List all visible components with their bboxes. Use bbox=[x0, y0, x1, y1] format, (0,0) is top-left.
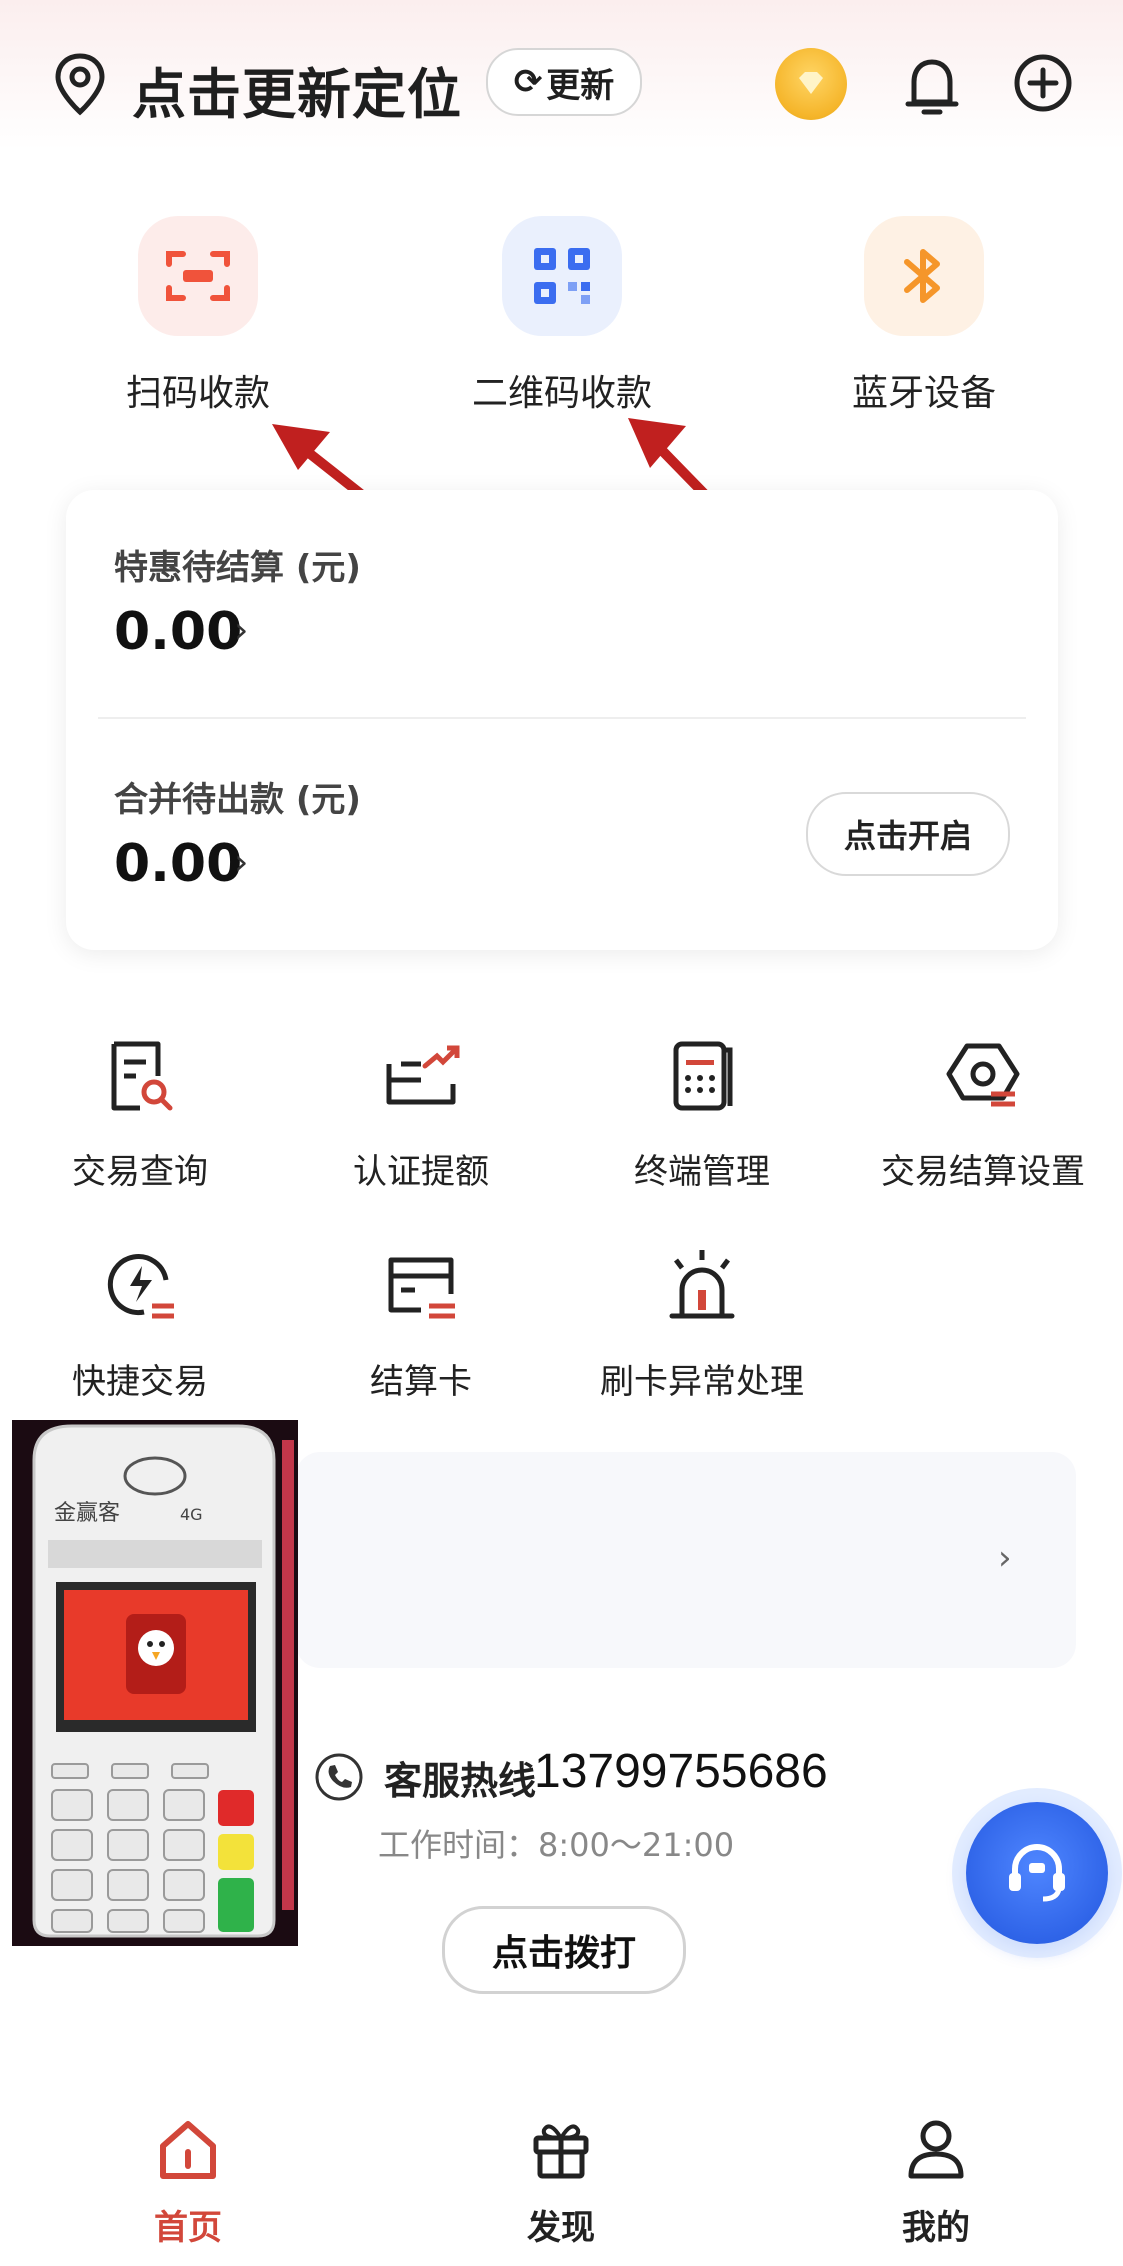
service-limit-raise[interactable]: 认证提额 bbox=[281, 1036, 561, 1193]
qr-code-icon bbox=[502, 216, 622, 336]
service-quick-trade[interactable]: 快捷交易 bbox=[0, 1246, 280, 1403]
bottom-tab-bar: 首页 发现 我的 bbox=[0, 2086, 1123, 2266]
pos-terminal-image: 金赢客 4G bbox=[12, 1420, 298, 1946]
quick-action-bluetooth[interactable]: 蓝牙设备 bbox=[794, 216, 1054, 416]
service-label: 结算卡 bbox=[370, 1362, 472, 1402]
chevron-right-icon[interactable]: › bbox=[234, 842, 248, 883]
tab-label: 首页 bbox=[154, 2208, 222, 2248]
vip-badge-icon[interactable] bbox=[775, 48, 847, 120]
refresh-label: 更新 bbox=[546, 65, 615, 106]
transaction-query-icon bbox=[111, 1041, 173, 1111]
quick-action-qr-pay[interactable]: 二维码收款 bbox=[432, 216, 692, 416]
tab-mine[interactable]: 我的 bbox=[836, 2116, 1036, 2249]
service-transaction-query[interactable]: 交易查询 bbox=[0, 1036, 280, 1193]
service-settlement-settings[interactable]: 交易结算设置 bbox=[843, 1036, 1123, 1193]
quick-action-scan-pay[interactable]: 扫码收款 bbox=[68, 216, 328, 416]
tab-home[interactable]: 首页 bbox=[88, 2116, 288, 2249]
bluetooth-icon bbox=[864, 216, 984, 336]
headset-icon bbox=[1009, 1844, 1065, 1902]
location-pin-icon[interactable] bbox=[52, 52, 108, 116]
pending-settlement-label: 特惠待结算 (元) bbox=[114, 548, 361, 588]
bell-icon[interactable] bbox=[900, 54, 964, 120]
work-hours: 工作时间：8:00～21:00 bbox=[378, 1826, 735, 1864]
service-label: 快捷交易 bbox=[72, 1362, 208, 1402]
hotline-number: 13799755686 bbox=[534, 1745, 828, 1798]
service-label: 认证提额 bbox=[353, 1152, 489, 1192]
chevron-right-icon[interactable]: › bbox=[998, 1538, 1012, 1578]
pos-brand-text: 金赢客 bbox=[54, 1501, 120, 1526]
balance-card: 特惠待结算 (元) 0.00 › 合并待出款 (元) 0.00 › 点击开启 bbox=[66, 490, 1058, 950]
quick-trade-icon bbox=[107, 1254, 174, 1319]
location-label[interactable]: 点击更新定位 bbox=[132, 50, 462, 129]
dial-button[interactable]: 点击拨打 bbox=[442, 1906, 686, 1994]
phone-icon bbox=[315, 1753, 363, 1801]
hotline-label: 客服热线 bbox=[384, 1759, 537, 1803]
service-card-exception[interactable]: 刷卡异常处理 bbox=[562, 1246, 842, 1403]
settlement-settings-icon bbox=[946, 1043, 1020, 1107]
diamond-icon bbox=[799, 72, 823, 94]
divider bbox=[98, 717, 1026, 719]
quick-action-label: 二维码收款 bbox=[471, 373, 652, 414]
service-terminal-manage[interactable]: 终端管理 bbox=[562, 1036, 842, 1193]
chevron-right-icon[interactable]: › bbox=[234, 610, 248, 651]
merged-payout-amount[interactable]: 0.00 bbox=[114, 834, 242, 894]
gift-icon bbox=[533, 2124, 589, 2179]
refresh-location-button[interactable]: ⟳ 更新 bbox=[486, 48, 642, 116]
user-icon bbox=[908, 2120, 964, 2179]
quick-action-label: 扫码收款 bbox=[125, 373, 270, 414]
service-label: 交易查询 bbox=[72, 1152, 208, 1192]
settlement-card-icon bbox=[388, 1257, 455, 1319]
promo-banner[interactable] bbox=[296, 1452, 1076, 1668]
service-label: 刷卡异常处理 bbox=[600, 1362, 804, 1402]
pending-settlement-amount[interactable]: 0.00 bbox=[114, 602, 242, 662]
plus-circle-icon[interactable] bbox=[1012, 52, 1074, 114]
service-settlement-card[interactable]: 结算卡 bbox=[281, 1246, 561, 1403]
terminal-manage-icon bbox=[673, 1041, 733, 1111]
limit-raise-icon bbox=[386, 1045, 460, 1105]
enable-button[interactable]: 点击开启 bbox=[806, 792, 1010, 876]
customer-service-button[interactable] bbox=[966, 1802, 1108, 1944]
home-icon bbox=[160, 2121, 216, 2179]
tab-discover[interactable]: 发现 bbox=[461, 2116, 661, 2249]
merged-payout-label: 合并待出款 (元) bbox=[114, 780, 361, 820]
tab-label: 我的 bbox=[902, 2208, 970, 2248]
service-label: 交易结算设置 bbox=[881, 1152, 1085, 1192]
quick-action-label: 蓝牙设备 bbox=[851, 373, 996, 414]
pos-network-badge: 4G bbox=[180, 1505, 203, 1524]
refresh-icon: ⟳ bbox=[513, 62, 543, 102]
tab-label: 发现 bbox=[527, 2208, 595, 2248]
service-label: 终端管理 bbox=[634, 1152, 770, 1192]
alarm-icon bbox=[669, 1250, 735, 1319]
scan-icon bbox=[138, 216, 258, 336]
